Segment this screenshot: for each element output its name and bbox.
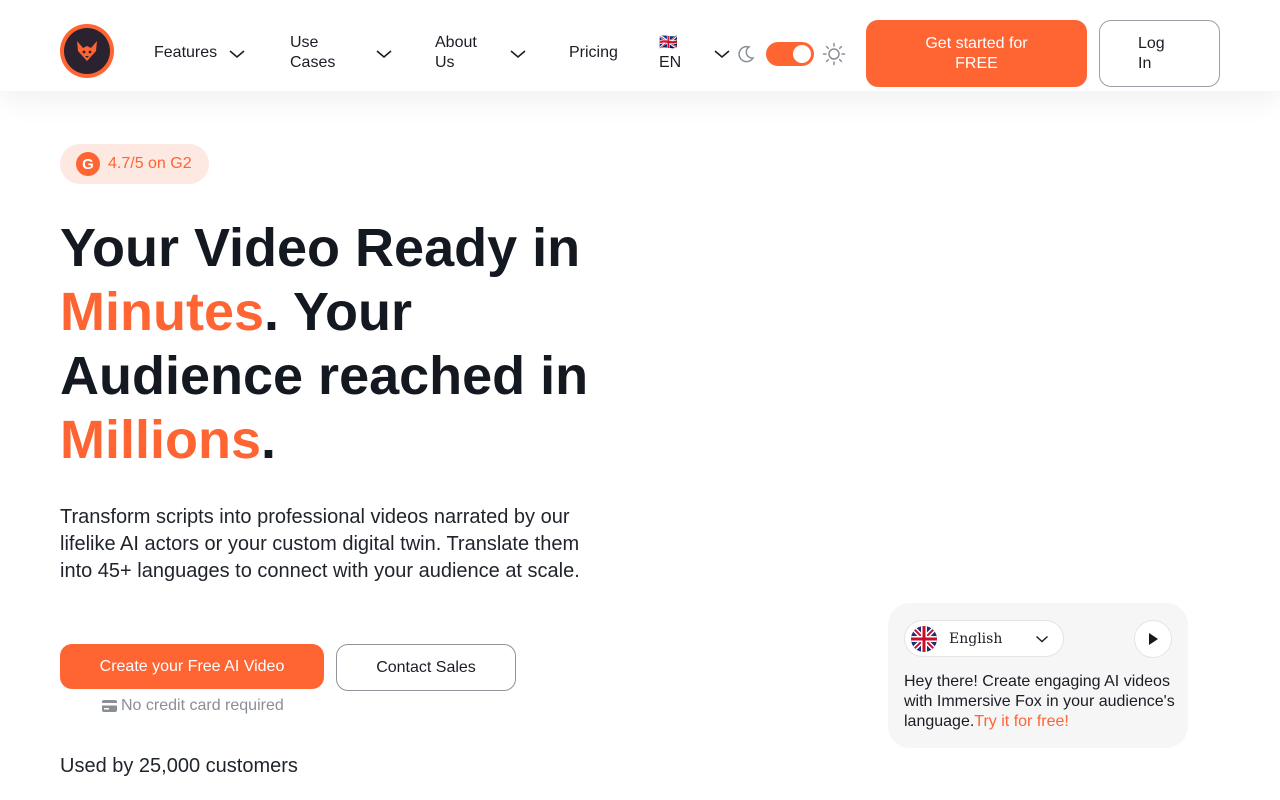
sun-icon[interactable]	[822, 42, 846, 66]
rating-text: 4.7/5 on G2	[108, 155, 192, 172]
chevron-down-icon	[1036, 635, 1048, 643]
widget-message: Hey there! Create engaging AI videos wit…	[904, 673, 1175, 730]
toggle-knob	[793, 45, 811, 63]
logo[interactable]	[60, 24, 114, 78]
no-credit-card-note: No credit card required	[102, 696, 284, 716]
nav-about-us[interactable]: About Us	[435, 33, 477, 73]
create-video-button[interactable]: Create your Free AI Video	[60, 644, 324, 689]
language-label: English	[949, 630, 1003, 647]
customer-count: Used by 25,000 customers	[60, 755, 298, 777]
uk-flag-icon	[911, 625, 937, 652]
chevron-down-icon[interactable]	[713, 48, 731, 60]
chevron-down-icon[interactable]	[228, 48, 246, 60]
hero-title: Your Video Ready in Minutes. Your Audien…	[60, 218, 589, 470]
language-switcher[interactable]: 🇬🇧 EN	[659, 33, 681, 73]
fox-icon	[64, 28, 110, 74]
hero-description: Transform scripts into professional vide…	[60, 506, 580, 582]
site-header: Features Use Cases About Us Pricing 🇬🇧 E…	[0, 0, 1280, 91]
credit-card-icon	[102, 700, 117, 712]
chevron-down-icon[interactable]	[509, 48, 527, 60]
nav-pricing[interactable]: Pricing	[569, 43, 618, 63]
get-started-button[interactable]: Get started for FREE	[866, 20, 1087, 87]
g2-rating-badge: G 4.7/5 on G2	[60, 144, 209, 184]
play-button[interactable]	[1134, 620, 1172, 658]
try-free-link[interactable]: Try it for free!	[974, 713, 1069, 730]
voice-demo-widget: English Hey there! Create engaging AI vi…	[888, 603, 1188, 748]
nav-use-cases[interactable]: Use Cases	[290, 33, 335, 73]
contact-sales-button[interactable]: Contact Sales	[336, 644, 516, 691]
moon-icon[interactable]	[736, 44, 756, 64]
play-icon	[1149, 633, 1158, 645]
login-button[interactable]: Log In	[1099, 20, 1220, 87]
g2-icon: G	[76, 152, 100, 176]
chevron-down-icon[interactable]	[375, 48, 393, 60]
nav-features[interactable]: Features	[154, 43, 217, 63]
uk-flag-icon: 🇬🇧	[659, 34, 678, 51]
theme-toggle[interactable]	[766, 42, 814, 66]
language-select[interactable]: English	[904, 620, 1064, 657]
